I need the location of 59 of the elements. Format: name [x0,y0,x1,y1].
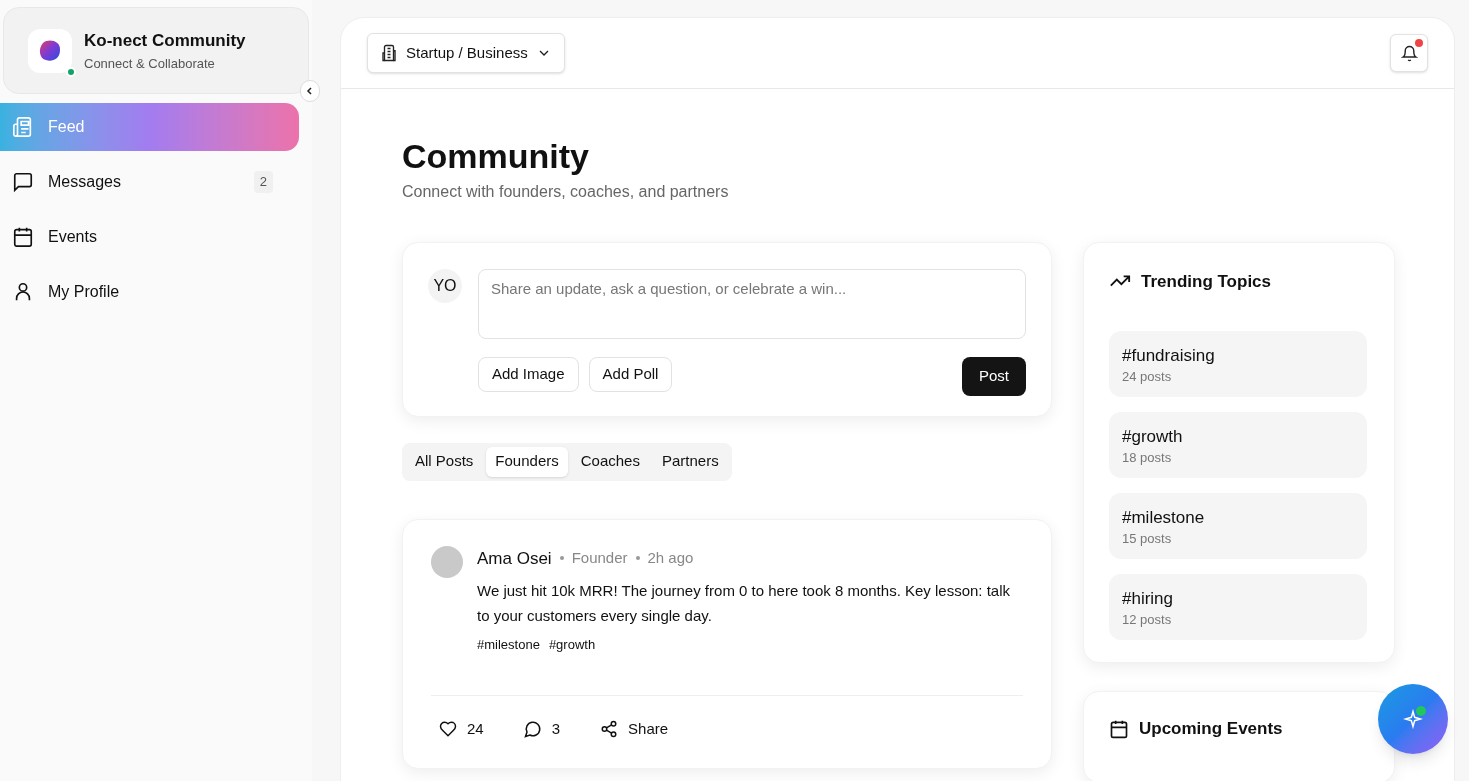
calendar-icon [1109,718,1129,739]
topic-item[interactable]: #milestone 15 posts [1109,493,1367,559]
collapse-sidebar-button[interactable] [300,80,320,102]
post-input-field[interactable]: Share an update, ask a question, or celebrate a win... [478,268,1026,339]
post-text: We just hit 10k MRR! The journey from 0 to here took 8 months. Key lesson: talk to your customers every single day. [477,581,1012,626]
chevron-left-icon [306,87,314,95]
newspaper-icon [12,116,34,138]
filter-tab[interactable]: Coaches [571,446,649,477]
brand-name: Ko-nect Community [84,30,246,52]
topic-tag: #growth [1122,426,1354,448]
author-photo-placeholder [431,545,463,578]
post-button[interactable]: Post [962,356,1026,396]
sparkle-icon [1403,709,1423,729]
topic-tag: #fundraising [1122,345,1354,367]
topic-post-count: 15 posts [1122,531,1173,547]
topic-tag: #hiring [1122,588,1354,610]
speech-bubble-icon [523,719,542,738]
topic-item[interactable]: #fundraising 24 posts [1109,331,1367,397]
share-button[interactable]: Share [600,717,669,740]
author-role: Founder [571,548,628,568]
topic-post-count: 12 posts [1122,612,1173,628]
brand-tagline: Connect & Collaborate [84,54,216,73]
like-button[interactable]: 24 [439,717,484,740]
page-subtitle: Connect with founders, coaches, and partners [402,181,730,202]
topic-item[interactable]: #growth 18 posts [1109,412,1367,478]
nav-label: My Profile [48,282,121,302]
notifications-button[interactable] [1390,34,1428,72]
calendar-icon [12,226,34,248]
nav-label: Feed [48,117,86,137]
sidebar-item[interactable]: Events [0,213,299,261]
topic-item[interactable]: #hiring 12 posts [1109,574,1367,640]
post-tag[interactable]: #growth [548,635,596,655]
topic-tag: #milestone [1122,507,1354,529]
share-icon [600,719,619,738]
topic-post-count: 18 posts [1122,450,1173,466]
nav-label: Events [48,227,98,247]
chat-bubble-icon [12,171,34,193]
post-time: 2h ago [647,548,694,568]
post-tag[interactable]: #milestone [477,635,540,655]
composer-button[interactable]: Add Image [478,356,579,392]
heart-icon [439,719,457,738]
comment-button[interactable]: 3 [523,717,561,740]
topic-post-count: 24 posts [1122,369,1173,385]
author-name: Ama Osei [477,547,552,570]
trending-title: Trending Topics [1141,270,1272,293]
sidebar-item[interactable]: My Profile [0,268,299,316]
bell-icon [1400,44,1418,62]
composer-button[interactable]: Add Poll [588,356,673,392]
unread-count: 2 [253,171,273,193]
nav-label: Messages [48,172,122,192]
upcoming-events-title: Upcoming Events [1139,718,1283,740]
filter-tab[interactable]: All Posts [406,446,483,477]
context-dropdown[interactable]: Startup / Business [367,33,565,73]
filter-tab[interactable]: Founders [486,446,568,477]
sidebar-item[interactable]: Messages 2 [0,158,299,206]
filter-tab[interactable]: Partners [652,446,728,477]
user-avatar: YO [428,268,462,303]
page-title: Community [402,136,590,177]
building-icon [380,44,398,62]
